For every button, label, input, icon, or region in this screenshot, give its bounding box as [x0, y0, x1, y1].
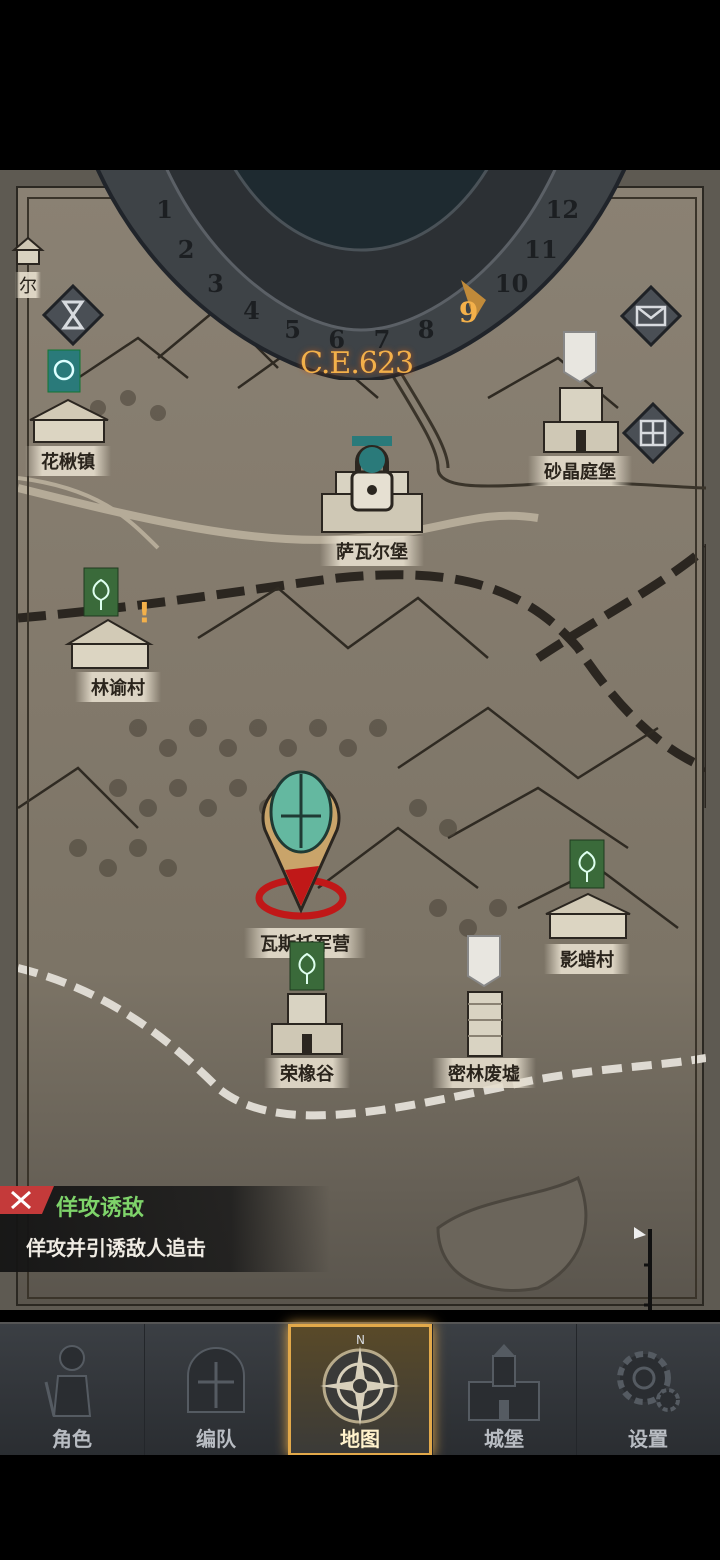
- location-edge-partial[interactable]: 尔: [10, 230, 46, 298]
- month-7: 7: [373, 324, 391, 354]
- player-marker-icon: [255, 770, 347, 920]
- svg-text:!: !: [138, 596, 151, 629]
- compass-n-label: N: [356, 1333, 365, 1347]
- location-label: 林谕村: [75, 672, 161, 702]
- location-label: 密林废墟: [432, 1058, 536, 1088]
- month-11: 11: [524, 234, 558, 264]
- tactic-toast[interactable]: 佯攻诱敌 佯攻并引诱敌人追击: [0, 1186, 330, 1272]
- map-scale-bar: [634, 1227, 652, 1310]
- nav-tab-map[interactable]: N 地图: [288, 1324, 433, 1456]
- location-huajiao[interactable]: 花楸镇: [18, 348, 118, 476]
- house-icon: [11, 236, 45, 265]
- gear-icon: [617, 1351, 680, 1412]
- year-label: C.E.623: [300, 346, 414, 381]
- top-black-bar: [0, 0, 720, 170]
- village-icon: [29, 349, 109, 443]
- world-map[interactable]: C.E.623 1 2 3 4 5 6 7 8 9 10 11 12 尔 花楸镇…: [0, 170, 720, 1310]
- castle-icon: [468, 1344, 540, 1421]
- hourglass-button[interactable]: [41, 283, 105, 347]
- nav-label: 设置: [628, 1427, 668, 1451]
- location-wasi[interactable]: 瓦斯托军营: [244, 760, 366, 958]
- toast-description: 佯攻并引诱敌人追击: [26, 1236, 206, 1260]
- location-linyu[interactable]: ! 林谕村: [58, 566, 178, 702]
- location-rongxiang[interactable]: 荣橡谷: [252, 940, 362, 1088]
- toast-title: 佯攻诱敌: [56, 1196, 145, 1221]
- bottom-black-bar: [0, 1455, 720, 1560]
- nav-label: 城堡: [484, 1427, 524, 1451]
- location-label: 影蜡村: [544, 944, 630, 974]
- bottom-navigation: 角色 编队 N 地图 城堡 设置: [0, 1322, 720, 1456]
- location-label: 砂晶庭堡: [528, 456, 632, 486]
- nav-tab-formation[interactable]: 编队: [144, 1324, 289, 1456]
- location-milin[interactable]: 密林废墟: [424, 934, 544, 1088]
- month-1: 1: [156, 194, 173, 224]
- month-2: 2: [177, 234, 195, 264]
- month-6: 6: [328, 324, 346, 354]
- location-label: 花楸镇: [25, 446, 111, 476]
- month-4: 4: [243, 296, 260, 326]
- month-12: 12: [545, 194, 580, 224]
- fortress-icon: [543, 331, 619, 453]
- month-8: 8: [417, 315, 435, 345]
- location-label: 尔: [15, 272, 41, 298]
- month-3: 3: [207, 268, 224, 298]
- month-5: 5: [284, 315, 301, 345]
- nav-label: 角色: [52, 1427, 92, 1451]
- location-label: 萨瓦尔堡: [320, 536, 424, 566]
- location-label: 荣橡谷: [264, 1058, 350, 1088]
- nav-label: 编队: [196, 1427, 236, 1451]
- location-yingla[interactable]: 影蜡村: [532, 838, 642, 974]
- helmet-icon: [187, 1347, 245, 1413]
- nav-tab-settings[interactable]: 设置: [576, 1324, 720, 1456]
- month-9: 9: [458, 296, 479, 330]
- crossed-swords-icon: [0, 1186, 54, 1214]
- compass-icon: N: [320, 1333, 400, 1426]
- village-icon: [545, 839, 631, 939]
- location-sawaer[interactable]: 萨瓦尔堡: [316, 434, 428, 566]
- nav-label: 地图: [340, 1427, 380, 1451]
- month-10: 10: [494, 268, 529, 298]
- tower-icon: [271, 941, 343, 1055]
- knight-icon: [44, 1345, 92, 1417]
- nav-tab-character[interactable]: 角色: [0, 1324, 145, 1456]
- locked-fortress-icon: [321, 436, 423, 533]
- ruin-tower-icon: [467, 935, 503, 1057]
- location-shajing[interactable]: 砂晶庭堡: [520, 330, 640, 486]
- hourglass-icon: [41, 283, 105, 347]
- village-icon: !: [64, 567, 154, 669]
- nav-tab-castle[interactable]: 城堡: [432, 1324, 577, 1456]
